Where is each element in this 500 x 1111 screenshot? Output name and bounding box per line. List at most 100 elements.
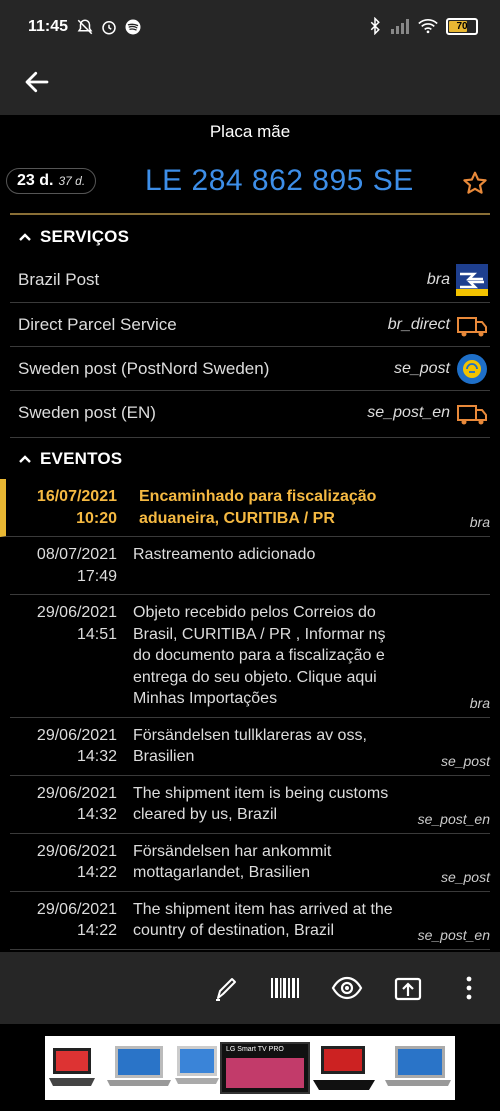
correios-logo-icon <box>456 264 488 296</box>
event-row[interactable]: 29/06/2021 14:22 The shipment item has ar… <box>10 892 490 950</box>
event-text: The shipment item has arrived at the cou… <box>133 900 393 940</box>
event-row[interactable]: 29/06/2021 14:32 The shipment item is bei… <box>10 776 490 834</box>
event-text: Objeto recebido pelos Correios do Brasil… <box>133 604 386 707</box>
edit-icon[interactable] <box>210 972 242 1004</box>
event-datetime: 16/07/2021 10:20 <box>10 486 117 529</box>
alarm-icon <box>102 21 116 35</box>
event-text: Encaminhado para fiscalização aduaneira,… <box>139 488 377 527</box>
event-source: se_post_en <box>417 810 490 827</box>
event-datetime: 08/07/2021 17:49 <box>10 544 117 587</box>
battery-icon: 70 <box>446 17 478 35</box>
laptop-image <box>385 1046 451 1086</box>
services-header[interactable]: SERVIÇOS <box>0 216 500 258</box>
services-header-label: SERVIÇOS <box>40 227 130 246</box>
wifi-icon <box>418 19 438 34</box>
tv-image: LG Smart TV PRO <box>220 1042 310 1094</box>
service-name: Brazil Post <box>18 270 100 289</box>
days-total: 37 d. <box>58 174 86 188</box>
event-time: 14:22 <box>76 922 117 939</box>
event-row[interactable]: 16/07/2021 10:20 Encaminhado para fiscali… <box>0 479 490 537</box>
service-name: Direct Parcel Service <box>18 314 177 334</box>
star-icon[interactable] <box>462 170 488 196</box>
share-icon[interactable] <box>392 972 424 1004</box>
event-date: 29/06/2021 <box>36 604 117 621</box>
bottom-toolbar <box>0 952 500 1024</box>
event-time: 14:32 <box>76 748 117 765</box>
event-date: 29/06/2021 <box>36 900 117 918</box>
event-datetime: 29/06/2021 14:32 <box>10 725 117 768</box>
event-datetime: 29/06/2021 14:51 <box>10 602 117 645</box>
service-code: bra <box>426 271 450 288</box>
ad-label: LG Smart TV PRO <box>226 1046 284 1053</box>
barcode-icon[interactable] <box>269 972 301 1004</box>
service-code: se_post_en <box>367 403 450 421</box>
event-date: 08/07/2021 <box>36 546 117 563</box>
ad-banner[interactable]: LG Smart TV PRO <box>45 1036 455 1100</box>
chevron-up-icon <box>19 233 31 241</box>
status-bar: 11:45 70 <box>0 0 500 55</box>
postnord-logo-icon <box>457 353 487 384</box>
event-time: 14:51 <box>76 625 117 643</box>
event-datetime: 29/06/2021 14:32 <box>10 783 117 826</box>
events-list: 16/07/2021 10:20 Encaminhado para fiscali… <box>0 479 500 950</box>
signal-icon <box>391 19 409 34</box>
event-row[interactable]: 29/06/2021 14:22 Försändelsen har ankommi… <box>10 834 490 892</box>
silent-bell-icon <box>77 19 93 35</box>
event-text: Försändelsen tullklareras av oss, Brasil… <box>133 726 367 766</box>
status-right-icons: 70 <box>368 17 478 35</box>
event-text: The shipment item is being customs clear… <box>133 784 389 824</box>
event-date: 29/06/2021 <box>36 726 117 744</box>
event-date: 16/07/2021 <box>36 488 117 505</box>
event-time: 14:32 <box>76 806 117 823</box>
service-code: br_direct <box>387 315 450 333</box>
service-name: Sweden post (PostNord Sweden) <box>18 358 270 378</box>
event-text: Rastreamento adicionado <box>133 546 316 563</box>
truck-icon <box>457 316 487 336</box>
event-time: 10:20 <box>76 509 117 527</box>
event-source: se_post <box>440 752 490 769</box>
event-source: se_post <box>440 868 490 885</box>
service-code: se_post <box>393 359 450 377</box>
battery-level: 70 <box>456 20 468 32</box>
event-row[interactable]: 29/06/2021 14:51 Objeto recebido pelos Co… <box>10 595 490 718</box>
laptop-image <box>175 1046 219 1084</box>
app-bar <box>0 55 500 115</box>
days-elapsed: 23 d. <box>17 172 54 189</box>
chevron-up-icon <box>19 454 31 463</box>
event-date: 29/06/2021 <box>36 842 117 860</box>
bluetooth-icon <box>370 17 380 35</box>
event-date: 29/06/2021 <box>36 784 117 802</box>
event-row[interactable]: 08/07/2021 17:49 Rastreamento adicionado <box>10 537 490 595</box>
cooler-image <box>313 1046 375 1090</box>
event-source: se_post_en <box>417 926 490 943</box>
more-icon[interactable] <box>453 972 485 1004</box>
truck-icon <box>457 404 487 424</box>
service-row[interactable]: Direct Parcel Service br_direct <box>10 302 490 346</box>
status-left-icons <box>76 18 142 36</box>
event-datetime: 29/06/2021 14:22 <box>10 841 117 884</box>
days-badge: 23 d. 37 d. <box>6 168 97 194</box>
visibility-icon[interactable] <box>331 972 363 1004</box>
event-text: Försändelsen har ankommit mottagarlandet… <box>133 842 332 882</box>
service-row[interactable]: Brazil Post bra <box>10 258 490 302</box>
tracking-number[interactable]: LE 284 862 895 SE <box>145 164 414 198</box>
event-time: 17:49 <box>76 567 117 585</box>
service-name: Sweden post (EN) <box>18 402 156 422</box>
service-row[interactable]: Sweden post (EN) se_post_en <box>10 390 490 434</box>
event-row[interactable]: 29/06/2021 14:32 Försändelsen tullklarera… <box>10 718 490 776</box>
back-arrow-icon[interactable] <box>22 67 52 97</box>
event-time: 14:22 <box>76 864 117 881</box>
status-time: 11:45 <box>28 18 69 35</box>
event-source: bra <box>469 694 490 711</box>
event-source: bra <box>469 514 490 530</box>
service-row[interactable]: Sweden post (PostNord Sweden) se_post <box>10 346 490 390</box>
parcel-detail: Placa mãe 23 d. 37 d. LE 284 862 895 SE … <box>0 115 500 952</box>
events-header-label: EVENTOS <box>40 448 123 468</box>
laptop-image <box>49 1048 95 1086</box>
divider <box>10 213 490 215</box>
laptop-image <box>107 1046 171 1086</box>
event-datetime: 29/06/2021 14:22 <box>10 899 117 942</box>
events-header[interactable]: EVENTOS <box>10 437 490 479</box>
spotify-icon <box>125 19 141 35</box>
parcel-title[interactable]: Placa mãe <box>0 122 500 142</box>
